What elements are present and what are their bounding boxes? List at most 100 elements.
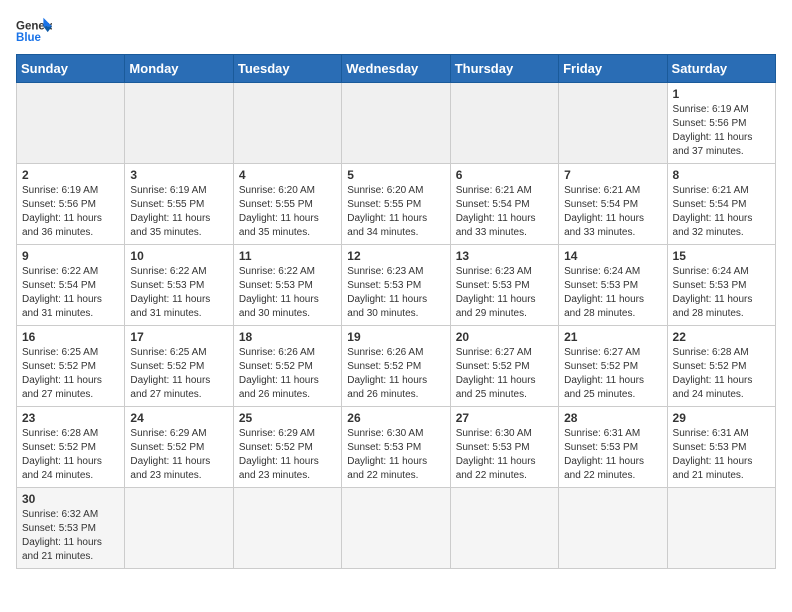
day-info: Sunrise: 6:32 AM Sunset: 5:53 PM Dayligh… <box>22 508 119 564</box>
day-info: Sunrise: 6:25 AM Sunset: 5:52 PM Dayligh… <box>130 346 227 402</box>
day-number: 19 <box>347 330 444 344</box>
day-info: Sunrise: 6:21 AM Sunset: 5:54 PM Dayligh… <box>673 184 770 240</box>
day-number: 7 <box>564 168 661 182</box>
day-info: Sunrise: 6:26 AM Sunset: 5:52 PM Dayligh… <box>239 346 336 402</box>
calendar-cell: 15 Sunrise: 6:24 AM Sunset: 5:53 PM Dayli… <box>667 245 775 326</box>
day-number: 5 <box>347 168 444 182</box>
weekday-header-sunday: Sunday <box>17 55 125 83</box>
header: General Blue <box>16 16 776 44</box>
calendar-cell: 3 Sunrise: 6:19 AM Sunset: 5:55 PM Daylig… <box>125 164 233 245</box>
calendar-cell: 26 Sunrise: 6:30 AM Sunset: 5:53 PM Dayli… <box>342 407 450 488</box>
calendar-cell: 24 Sunrise: 6:29 AM Sunset: 5:52 PM Dayli… <box>125 407 233 488</box>
day-number: 20 <box>456 330 553 344</box>
calendar-cell: 16 Sunrise: 6:25 AM Sunset: 5:52 PM Dayli… <box>17 326 125 407</box>
day-number: 17 <box>130 330 227 344</box>
calendar-cell: 8Sunrise: 6:21 AM Sunset: 5:54 PM Daylig… <box>667 164 775 245</box>
day-number: 30 <box>22 492 119 506</box>
calendar-cell: 17 Sunrise: 6:25 AM Sunset: 5:52 PM Dayli… <box>125 326 233 407</box>
calendar-cell <box>559 83 667 164</box>
weekday-header-monday: Monday <box>125 55 233 83</box>
day-number: 15 <box>673 249 770 263</box>
weekday-header-tuesday: Tuesday <box>233 55 341 83</box>
day-info: Sunrise: 6:30 AM Sunset: 5:53 PM Dayligh… <box>347 427 444 483</box>
week-row-0: 1 Sunrise: 6:19 AM Sunset: 5:56 PM Daylig… <box>17 83 776 164</box>
week-row-1: 2 Sunrise: 6:19 AM Sunset: 5:56 PM Daylig… <box>17 164 776 245</box>
day-info: Sunrise: 6:23 AM Sunset: 5:53 PM Dayligh… <box>456 265 553 321</box>
calendar-cell: 7 Sunrise: 6:21 AM Sunset: 5:54 PM Daylig… <box>559 164 667 245</box>
day-info: Sunrise: 6:20 AM Sunset: 5:55 PM Dayligh… <box>239 184 336 240</box>
day-number: 16 <box>22 330 119 344</box>
day-number: 2 <box>22 168 119 182</box>
weekday-header-row: SundayMondayTuesdayWednesdayThursdayFrid… <box>17 55 776 83</box>
day-info: Sunrise: 6:27 AM Sunset: 5:52 PM Dayligh… <box>564 346 661 402</box>
day-info: Sunrise: 6:29 AM Sunset: 5:52 PM Dayligh… <box>239 427 336 483</box>
day-number: 13 <box>456 249 553 263</box>
calendar-cell: 19 Sunrise: 6:26 AM Sunset: 5:52 PM Dayli… <box>342 326 450 407</box>
day-info: Sunrise: 6:29 AM Sunset: 5:52 PM Dayligh… <box>130 427 227 483</box>
day-info: Sunrise: 6:28 AM Sunset: 5:52 PM Dayligh… <box>673 346 770 402</box>
day-number: 28 <box>564 411 661 425</box>
day-info: Sunrise: 6:19 AM Sunset: 5:56 PM Dayligh… <box>673 103 770 159</box>
day-number: 24 <box>130 411 227 425</box>
day-info: Sunrise: 6:28 AM Sunset: 5:52 PM Dayligh… <box>22 427 119 483</box>
day-info: Sunrise: 6:20 AM Sunset: 5:55 PM Dayligh… <box>347 184 444 240</box>
calendar-cell: 23Sunrise: 6:28 AM Sunset: 5:52 PM Dayli… <box>17 407 125 488</box>
day-info: Sunrise: 6:21 AM Sunset: 5:54 PM Dayligh… <box>564 184 661 240</box>
day-number: 1 <box>673 87 770 101</box>
calendar-cell: 27Sunrise: 6:30 AM Sunset: 5:53 PM Dayli… <box>450 407 558 488</box>
day-info: Sunrise: 6:25 AM Sunset: 5:52 PM Dayligh… <box>22 346 119 402</box>
calendar-cell: 13 Sunrise: 6:23 AM Sunset: 5:53 PM Dayli… <box>450 245 558 326</box>
calendar: SundayMondayTuesdayWednesdayThursdayFrid… <box>16 54 776 569</box>
calendar-cell: 1 Sunrise: 6:19 AM Sunset: 5:56 PM Daylig… <box>667 83 775 164</box>
calendar-cell: 29 Sunrise: 6:31 AM Sunset: 5:53 PM Dayli… <box>667 407 775 488</box>
calendar-cell <box>17 83 125 164</box>
day-info: Sunrise: 6:31 AM Sunset: 5:53 PM Dayligh… <box>673 427 770 483</box>
calendar-cell: 9Sunrise: 6:22 AM Sunset: 5:54 PM Daylig… <box>17 245 125 326</box>
week-row-2: 9Sunrise: 6:22 AM Sunset: 5:54 PM Daylig… <box>17 245 776 326</box>
calendar-cell: 2 Sunrise: 6:19 AM Sunset: 5:56 PM Daylig… <box>17 164 125 245</box>
day-info: Sunrise: 6:26 AM Sunset: 5:52 PM Dayligh… <box>347 346 444 402</box>
day-info: Sunrise: 6:22 AM Sunset: 5:53 PM Dayligh… <box>239 265 336 321</box>
weekday-header-wednesday: Wednesday <box>342 55 450 83</box>
day-number: 6 <box>456 168 553 182</box>
calendar-cell: 21 Sunrise: 6:27 AM Sunset: 5:52 PM Dayli… <box>559 326 667 407</box>
calendar-cell: 5 Sunrise: 6:20 AM Sunset: 5:55 PM Daylig… <box>342 164 450 245</box>
day-number: 12 <box>347 249 444 263</box>
calendar-cell: 28Sunrise: 6:31 AM Sunset: 5:53 PM Dayli… <box>559 407 667 488</box>
calendar-cell <box>342 83 450 164</box>
calendar-cell: 25 Sunrise: 6:29 AM Sunset: 5:52 PM Dayli… <box>233 407 341 488</box>
week-row-3: 16 Sunrise: 6:25 AM Sunset: 5:52 PM Dayli… <box>17 326 776 407</box>
day-number: 18 <box>239 330 336 344</box>
day-info: Sunrise: 6:24 AM Sunset: 5:53 PM Dayligh… <box>673 265 770 321</box>
day-number: 3 <box>130 168 227 182</box>
calendar-cell <box>450 83 558 164</box>
day-info: Sunrise: 6:23 AM Sunset: 5:53 PM Dayligh… <box>347 265 444 321</box>
week-row-5: 30 Sunrise: 6:32 AM Sunset: 5:53 PM Dayli… <box>17 488 776 569</box>
day-number: 21 <box>564 330 661 344</box>
day-number: 22 <box>673 330 770 344</box>
day-number: 26 <box>347 411 444 425</box>
day-info: Sunrise: 6:21 AM Sunset: 5:54 PM Dayligh… <box>456 184 553 240</box>
day-info: Sunrise: 6:22 AM Sunset: 5:53 PM Dayligh… <box>130 265 227 321</box>
logo: General Blue <box>16 16 52 44</box>
day-number: 14 <box>564 249 661 263</box>
calendar-cell <box>559 488 667 569</box>
calendar-cell: 14Sunrise: 6:24 AM Sunset: 5:53 PM Dayli… <box>559 245 667 326</box>
day-info: Sunrise: 6:22 AM Sunset: 5:54 PM Dayligh… <box>22 265 119 321</box>
calendar-cell <box>125 488 233 569</box>
day-number: 11 <box>239 249 336 263</box>
calendar-cell <box>667 488 775 569</box>
day-number: 29 <box>673 411 770 425</box>
weekday-header-friday: Friday <box>559 55 667 83</box>
calendar-cell <box>450 488 558 569</box>
calendar-cell: 18 Sunrise: 6:26 AM Sunset: 5:52 PM Dayli… <box>233 326 341 407</box>
day-info: Sunrise: 6:27 AM Sunset: 5:52 PM Dayligh… <box>456 346 553 402</box>
day-number: 25 <box>239 411 336 425</box>
weekday-header-saturday: Saturday <box>667 55 775 83</box>
day-info: Sunrise: 6:19 AM Sunset: 5:56 PM Dayligh… <box>22 184 119 240</box>
svg-text:Blue: Blue <box>16 32 42 44</box>
calendar-cell: 10Sunrise: 6:22 AM Sunset: 5:53 PM Dayli… <box>125 245 233 326</box>
weekday-header-thursday: Thursday <box>450 55 558 83</box>
calendar-cell <box>342 488 450 569</box>
day-info: Sunrise: 6:19 AM Sunset: 5:55 PM Dayligh… <box>130 184 227 240</box>
